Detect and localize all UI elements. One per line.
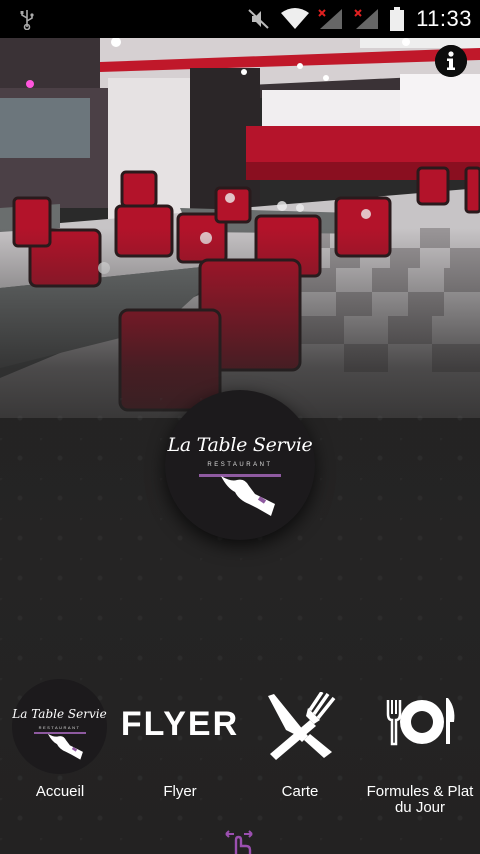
swipe-hint-icon[interactable]: [220, 828, 258, 854]
clock: 11:33: [416, 6, 472, 31]
nav-item-accueil[interactable]: La Table Servie RESTAURANT Accueil: [0, 672, 120, 822]
logo-icon: La Table Servie RESTAURANT: [12, 679, 107, 774]
nav-label-carte: Carte: [281, 783, 319, 800]
plate-cutlery-icon: [386, 698, 455, 746]
nav-label-accueil: Accueil: [35, 783, 85, 800]
bottom-navigation: La Table Servie RESTAURANT Accueil FLYER…: [0, 672, 480, 822]
nav-item-carte[interactable]: Carte: [240, 672, 360, 822]
usb-icon: [20, 10, 34, 30]
nav-label-formules: Formules & Plat du Jour: [366, 783, 474, 816]
knife-fork-icon: [268, 692, 336, 760]
flyer-icon: FLYER: [120, 705, 240, 743]
signal-no-service-icon: [318, 9, 343, 29]
serving-hand-icon: [47, 733, 83, 760]
logo-subtitle: RESTAURANT: [207, 462, 273, 468]
logo-name: La Table Servie: [167, 434, 313, 456]
nav-item-flyer[interactable]: FLYER Flyer: [120, 672, 240, 822]
info-icon: [435, 45, 467, 77]
signal-no-service-icon: [354, 9, 379, 29]
wifi-icon: [281, 8, 310, 29]
mute-icon: [248, 9, 269, 29]
restaurant-logo: La Table Servie RESTAURANT: [165, 390, 315, 540]
info-button[interactable]: [435, 45, 467, 77]
battery-icon: [390, 7, 405, 31]
serving-hand-icon: [221, 476, 275, 516]
status-bar: 11:33: [0, 0, 480, 38]
nav-item-formules[interactable]: Formules & Plat du Jour: [360, 672, 480, 822]
nav-label-flyer: Flyer: [163, 783, 197, 800]
